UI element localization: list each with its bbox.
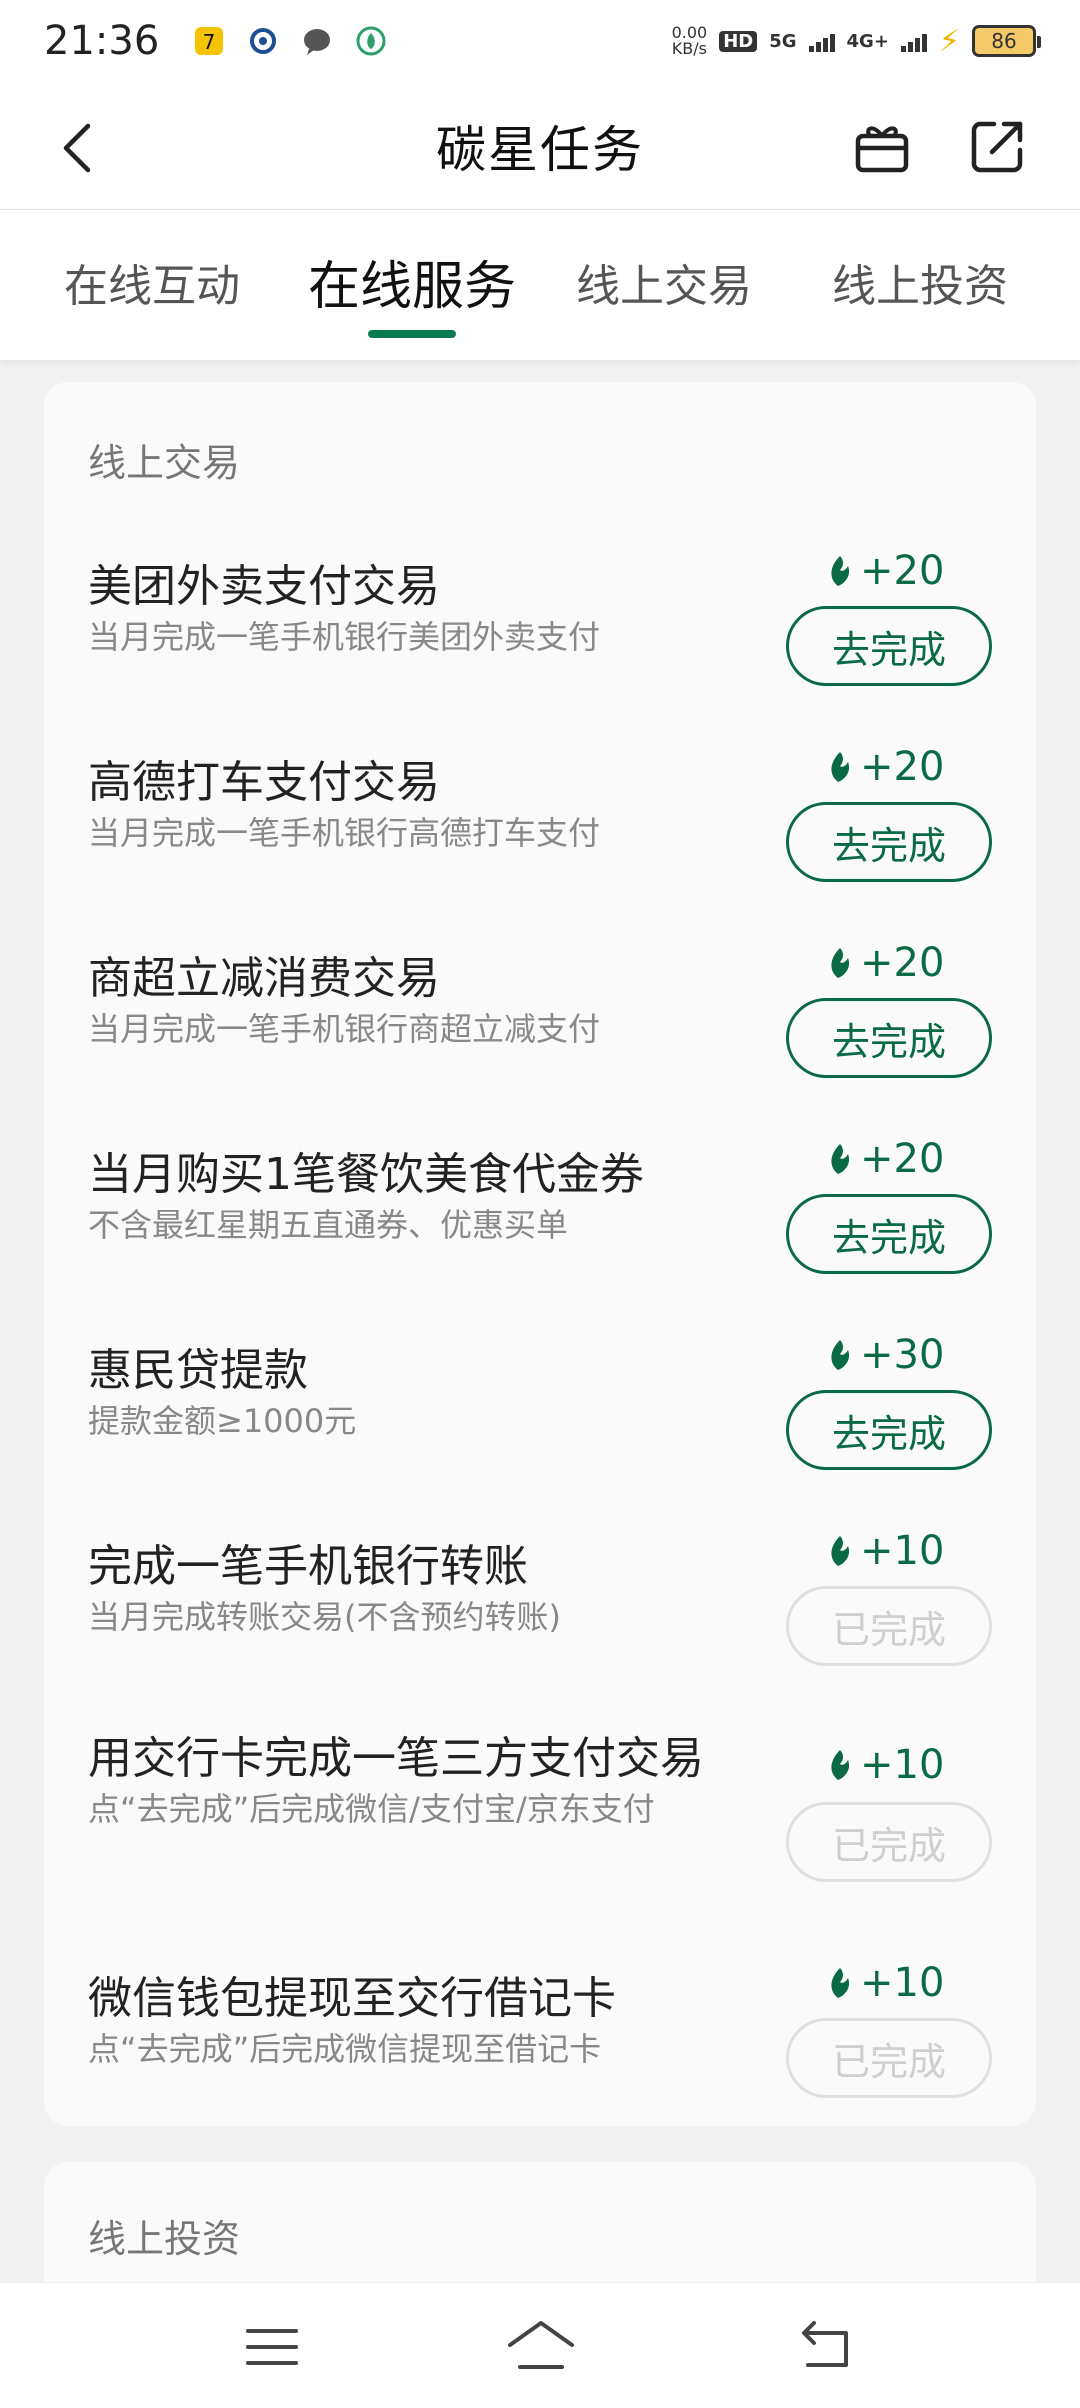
tab-online-investment[interactable]: 线上投资 [832,250,1008,314]
carbon-leaf-icon [831,1750,850,1780]
app-notification-icon: 7 [191,23,227,59]
task-completed-button: 已完成 [786,1802,992,1882]
message-notification-icon [299,23,335,59]
task-name: 惠民贷提款 [88,1345,308,1396]
gift-icon[interactable] [852,116,912,176]
task-reward: +30 [824,1332,1004,1378]
section-title: 线上投资 [88,2217,241,2261]
bank-notification-icon [245,23,281,59]
tab-online-trading[interactable]: 线上交易 [576,250,752,314]
task-action-button[interactable]: 去完成 [786,802,992,882]
task-desc: 提款金额≥1000元 [88,1402,357,1440]
task-desc: 当月完成一笔手机银行商超立减支付 [88,1010,601,1048]
task-desc: 当月完成一笔手机银行高德打车支付 [88,814,601,852]
task-action-button[interactable]: 去完成 [786,998,992,1078]
task-action-button[interactable]: 去完成 [786,1390,992,1470]
task-name: 用交行卡完成一笔三方支付交易 [88,1733,704,1784]
task-reward: +10 [824,1960,1004,2006]
carbon-leaf-icon [831,556,850,586]
task-reward: +20 [824,1136,1004,1182]
tab-bar: 在线互动 在线服务 线上交易 线上投资 [0,210,1080,360]
signal-icon [900,30,927,52]
network-label-2: 4G+ [846,30,889,52]
task-reward: +10 [824,1528,1004,1574]
task-name: 微信钱包提现至交行借记卡 [88,1973,616,2024]
system-nav-bar [0,2282,1080,2408]
svg-text:7: 7 [203,30,216,54]
task-name: 完成一笔手机银行转账 [88,1541,528,1592]
section-title: 线上交易 [88,441,241,485]
task-reward: +20 [824,940,1004,986]
tab-online-service[interactable]: 在线服务 [308,244,516,319]
carbon-leaf-icon [831,1968,850,1998]
task-desc: 当月完成一笔手机银行美团外卖支付 [88,618,601,656]
back-icon[interactable] [796,2319,856,2375]
hd-badge: HD [719,30,758,52]
task-desc: 点“去完成”后完成微信/支付宝/京东支付 [88,1790,655,1828]
carbon-leaf-icon [831,1144,850,1174]
task-reward: +20 [824,548,1004,594]
network-label-1: 5G [769,30,797,52]
page-title: 碳星任务 [436,120,644,179]
carbon-leaf-icon [831,1536,850,1566]
task-name: 高德打车支付交易 [88,757,440,808]
status-bar: 21:36 7 0.00 KB/s HD 5G 4G+ ⚡ 86 [0,0,1080,82]
task-desc: 当月完成转账交易(不含预约转账) [88,1598,561,1636]
charging-icon: ⚡ [938,23,960,59]
task-reward: +10 [824,1742,1004,1788]
menu-icon[interactable] [242,2319,302,2375]
eco-notification-icon [353,23,389,59]
task-name: 美团外卖支付交易 [88,561,440,612]
share-icon[interactable] [968,116,1028,176]
task-action-button[interactable]: 去完成 [786,606,992,686]
carbon-leaf-icon [831,948,850,978]
carbon-leaf-icon [831,752,850,782]
back-arrow-icon[interactable] [52,120,108,176]
task-name: 当月购买1笔餐饮美食代金券 [88,1149,644,1200]
network-speed: 0.00 KB/s [671,23,708,58]
task-reward: +20 [824,744,1004,790]
status-time: 21:36 [44,18,160,64]
signal-icon [808,30,835,52]
task-desc: 点“去完成”后完成微信提现至借记卡 [88,2030,602,2068]
battery-icon: 86 [972,25,1041,57]
header: 碳星任务 [0,82,1080,210]
task-completed-button: 已完成 [786,2018,992,2098]
tab-online-interaction[interactable]: 在线互动 [64,250,240,314]
task-desc: 不含最红星期五直通券、优惠买单 [88,1206,569,1244]
task-card-online-trading: 线上交易 美团外卖支付交易 当月完成一笔手机银行美团外卖支付 +20 去完成 高… [44,382,1036,2126]
active-tab-indicator [368,330,456,338]
task-action-button[interactable]: 去完成 [786,1194,992,1274]
carbon-leaf-icon [831,1340,850,1370]
task-completed-button: 已完成 [786,1586,992,1666]
home-icon[interactable] [506,2319,576,2375]
task-name: 商超立减消费交易 [88,953,440,1004]
